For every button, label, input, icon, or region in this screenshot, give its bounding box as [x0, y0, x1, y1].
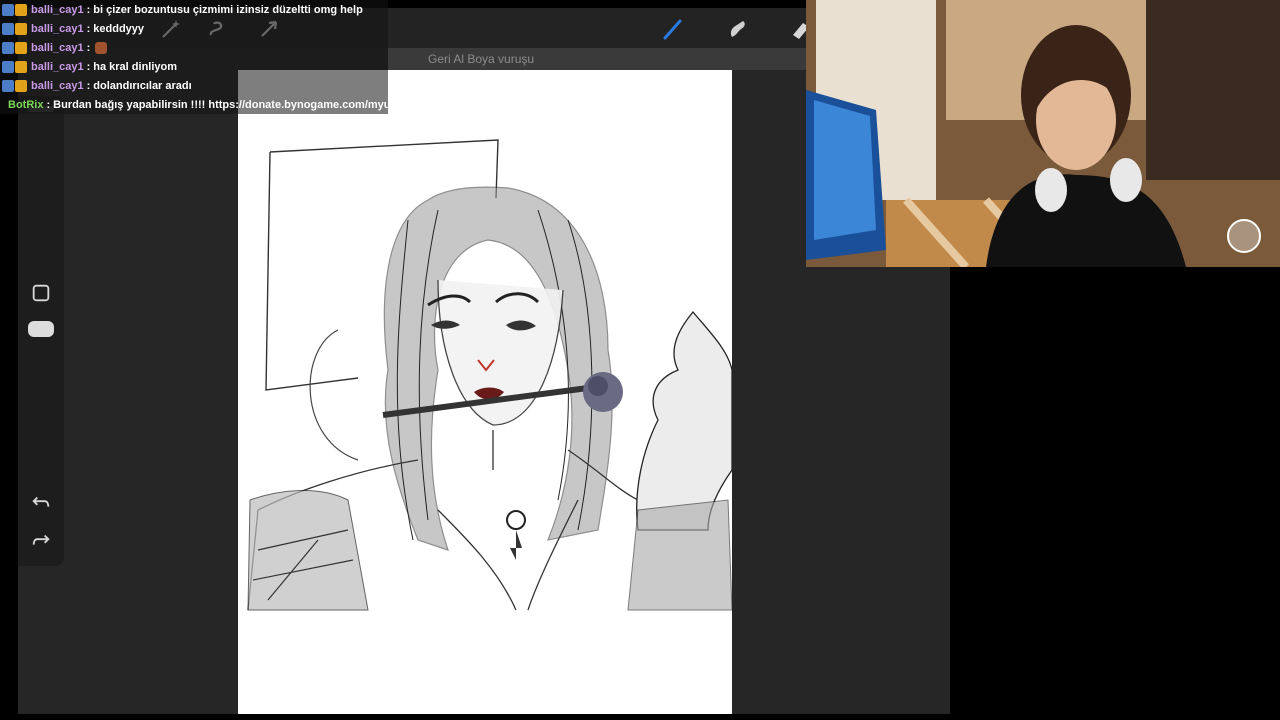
drawing-canvas[interactable]	[238, 70, 732, 714]
chat-message: balli_cay1: bi çizer bozuntusu çizmimi i…	[0, 0, 388, 19]
chat-text: ha kral dinliyom	[93, 60, 178, 73]
undo-arrow-icon[interactable]	[28, 492, 54, 514]
chat-text: dolandırıcılar aradı	[93, 79, 192, 92]
chat-message: balli_cay1: kedddyyy	[0, 19, 388, 38]
chat-message: BotRix: Burdan bağış yapabilirsin !!!! h…	[0, 95, 415, 114]
brush-icon[interactable]	[660, 16, 686, 42]
chat-username: balli_cay1	[31, 41, 84, 54]
emote-icon	[95, 41, 108, 54]
chat-message: balli_cay1:	[0, 38, 388, 57]
chat-text: Burdan bağış yapabilirsin !!!! https://d…	[53, 98, 415, 111]
chat-text: kedddyyy	[93, 22, 145, 35]
badge-icon	[2, 3, 14, 16]
left-sidebar	[18, 96, 64, 566]
redo-arrow-icon[interactable]	[28, 530, 54, 552]
crown-badge-icon	[15, 79, 27, 92]
square-modify-icon[interactable]	[28, 282, 54, 304]
chat-username: balli_cay1	[31, 60, 84, 73]
crown-badge-icon	[15, 41, 27, 54]
webcam-image	[806, 0, 1280, 267]
chat-username: BotRix	[8, 98, 44, 111]
opacity-slider-handle[interactable]	[28, 318, 54, 340]
chat-username: balli_cay1	[31, 3, 84, 16]
crown-badge-icon	[15, 60, 27, 73]
chat-text: bi çizer bozuntusu çizmimi izinsiz düzel…	[93, 3, 363, 16]
smudge-icon[interactable]	[724, 16, 750, 42]
chat-message: balli_cay1: ha kral dinliyom	[0, 57, 388, 76]
sketch-artwork	[247, 139, 732, 611]
badge-icon	[2, 79, 14, 92]
chat-username: balli_cay1	[31, 22, 84, 35]
crown-badge-icon	[15, 3, 27, 16]
badge-icon	[2, 60, 14, 73]
chat-message: balli_cay1: dolandırıcılar aradı	[0, 76, 388, 95]
badge-icon	[2, 22, 14, 35]
badge-icon	[2, 41, 14, 54]
crown-badge-icon	[15, 22, 27, 35]
chat-username: balli_cay1	[31, 79, 84, 92]
stream-chat-overlay: balli_cay1: bi çizer bozuntusu çizmimi i…	[0, 0, 415, 114]
camera-overlay-icon	[1227, 219, 1261, 253]
undo-toast: Geri Al Boya vuruşu	[388, 48, 806, 70]
webcam-feed	[806, 0, 1280, 267]
